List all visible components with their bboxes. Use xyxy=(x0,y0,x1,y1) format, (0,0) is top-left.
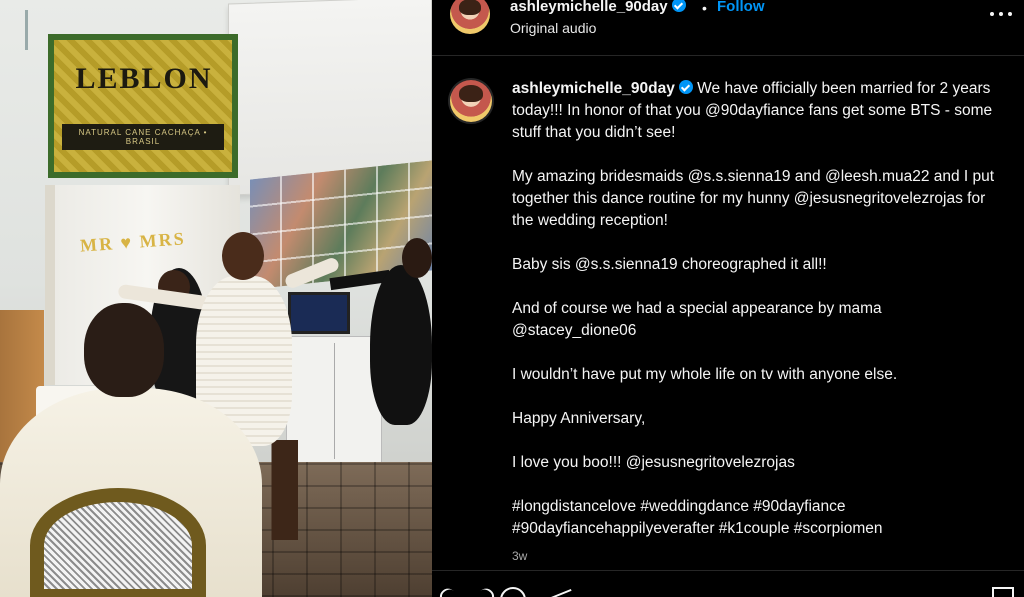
rattan-chair xyxy=(30,488,206,597)
header-username-row[interactable]: ashleymichelle_90day xyxy=(510,0,686,15)
post-time[interactable]: 3w xyxy=(512,549,527,563)
caption-paragraph: I love you boo!!! @jesusnegritovelezroja… xyxy=(512,454,795,471)
ceiling-pipe xyxy=(0,10,28,50)
sign-title: LEBLON xyxy=(75,62,213,95)
more-dot xyxy=(999,12,1003,16)
caption-avatar[interactable] xyxy=(450,80,492,122)
television xyxy=(288,292,350,334)
header-avatar[interactable] xyxy=(450,0,490,34)
post-header: ashleymichelle_90day • Follow Original a… xyxy=(432,0,1024,56)
more-dot xyxy=(990,12,994,16)
post-caption: ashleymichelle_90day We have officially … xyxy=(432,56,1024,570)
dancer-right xyxy=(370,265,432,425)
sign-subtitle: NATURAL CANE CACHAÇA • BRASIL xyxy=(62,124,224,150)
caption-paragraph: Happy Anniversary, xyxy=(512,410,646,427)
caption-paragraph: Baby sis @s.s.sienna19 choreographed it … xyxy=(512,256,827,273)
verified-badge-icon xyxy=(678,80,693,94)
header-username[interactable]: ashleymichelle_90day xyxy=(510,0,668,15)
bride-head xyxy=(222,232,264,280)
bookmark-icon[interactable] xyxy=(992,587,1014,597)
header-separator: • xyxy=(702,0,707,16)
more-dot xyxy=(1008,12,1012,16)
cabinet xyxy=(286,336,382,464)
more-options-icon[interactable] xyxy=(990,4,1014,24)
original-audio-link[interactable]: Original audio xyxy=(510,20,596,36)
comment-icon[interactable] xyxy=(500,587,526,597)
post-panel: ashleymichelle_90day • Follow Original a… xyxy=(432,0,1024,597)
share-icon[interactable] xyxy=(548,587,574,597)
dancer-right-head xyxy=(402,238,432,278)
caption-paragraph: My amazing bridesmaids @s.s.sienna19 and… xyxy=(512,168,995,229)
caption-username[interactable]: ashleymichelle_90day xyxy=(512,80,675,97)
action-bar xyxy=(432,570,1024,597)
groom-head xyxy=(84,303,164,397)
follow-button[interactable]: Follow xyxy=(717,0,765,15)
caption-paragraph: And of course we had a special appearanc… xyxy=(512,300,882,339)
leblon-sign: LEBLON NATURAL CANE CACHAÇA • BRASIL xyxy=(48,34,238,178)
post-video[interactable]: LEBLON NATURAL CANE CACHAÇA • BRASIL MR … xyxy=(0,0,432,597)
heart-icon[interactable] xyxy=(452,587,478,597)
verified-badge-icon xyxy=(671,0,686,12)
caption-body: ashleymichelle_90day We have officially … xyxy=(512,78,1002,540)
caption-paragraph: ashleymichelle_90day We have officially … xyxy=(512,78,1002,144)
caption-paragraph: I wouldn’t have put my whole life on tv … xyxy=(512,366,898,383)
caption-hashtags: #longdistancelove #weddingdance #90dayfi… xyxy=(512,498,883,537)
